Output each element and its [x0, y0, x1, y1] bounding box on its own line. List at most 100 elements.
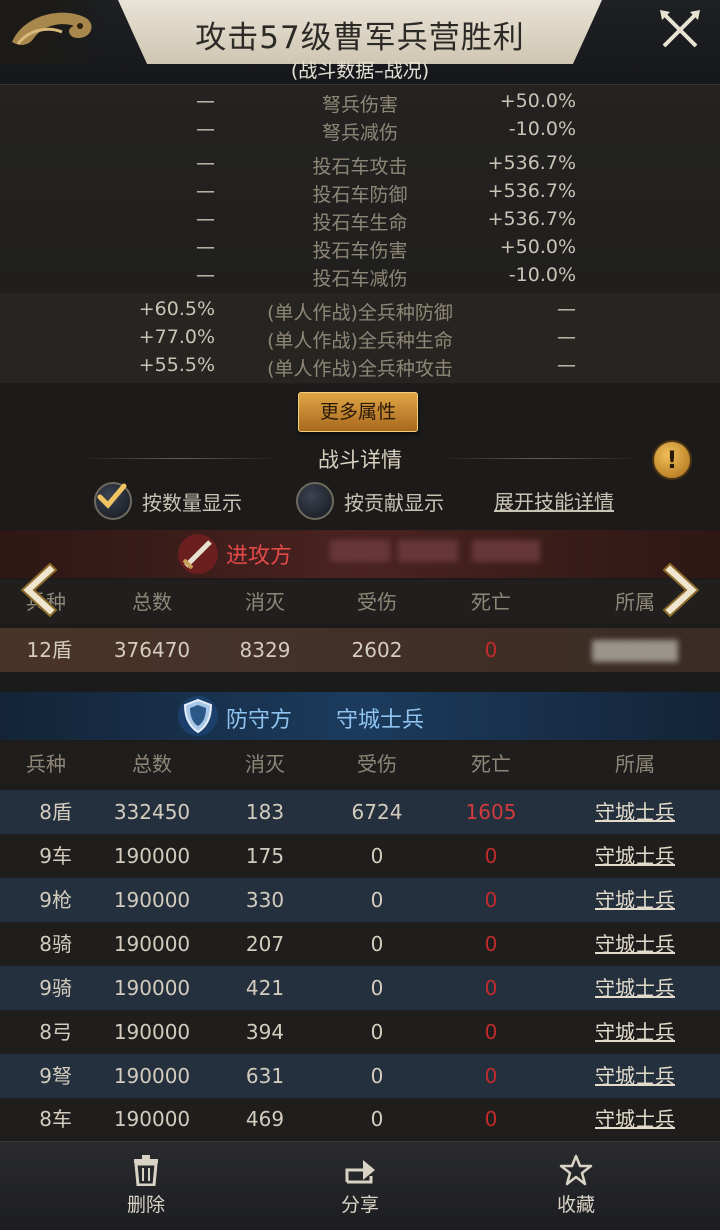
stat-row: — 投石车防御 +536.7% [0, 180, 720, 208]
cell-hurt: 0 [370, 976, 384, 1000]
defender-stat-value: — [557, 298, 576, 320]
attacker-stat-value: +60.5% [138, 298, 215, 320]
defender-stat-value: +536.7% [487, 152, 576, 174]
cell-type: 9枪 [39, 888, 72, 912]
bottom-toolbar: 删除 分享 收藏 [0, 1141, 720, 1230]
cell-hurt: 0 [370, 1020, 384, 1044]
stat-row: +60.5% (单人作战)全兵种防御 — [0, 298, 720, 326]
defender-stat-value: +536.7% [487, 208, 576, 230]
cell-owner-link[interactable]: 守城士兵 [570, 878, 700, 922]
cell-dead: 0 [484, 932, 498, 956]
redacted-name [472, 540, 540, 562]
cell-hurt: 0 [370, 932, 384, 956]
col-header-total: 总数 [132, 752, 172, 776]
arrow-right-icon[interactable] [660, 560, 704, 620]
cell-kill: 8329 [239, 638, 291, 662]
cell-owner-link[interactable]: 守城士兵 [570, 1010, 700, 1054]
info-button[interactable]: ! [652, 440, 692, 480]
cell-owner-link[interactable]: 守城士兵 [570, 966, 700, 1010]
exclamation-icon: ! [666, 446, 678, 474]
col-header-type: 兵种 [26, 752, 66, 776]
cell-dead: 0 [484, 844, 498, 868]
stat-row: +55.5% (单人作战)全兵种攻击 — [0, 354, 720, 382]
option-by-quantity[interactable]: 按数量显示 [94, 482, 242, 520]
cell-dead: 1605 [465, 800, 517, 824]
redacted-name [330, 540, 390, 562]
cell-hurt: 0 [370, 1107, 384, 1131]
cell-type: 12盾 [26, 638, 72, 662]
header-bar: 攻击57级曹军兵营胜利 (战斗数据–战况) [0, 0, 720, 85]
stat-row: — 投石车攻击 +536.7% [0, 152, 720, 180]
col-header-owner: 所属 [615, 752, 655, 776]
cell-owner-link[interactable]: 守城士兵 [570, 834, 700, 878]
expand-skills-link[interactable]: 展开技能详情 [494, 486, 614, 515]
cell-type: 8骑 [39, 932, 72, 956]
attacker-stat-value: — [196, 180, 215, 202]
favorite-button[interactable]: 收藏 [526, 1154, 626, 1217]
col-header-kill: 消灭 [245, 752, 285, 776]
favorite-label: 收藏 [556, 1194, 595, 1216]
option-label: 按数量显示 [142, 490, 242, 515]
defender-stat-value: -10.0% [508, 264, 576, 286]
cell-owner-link[interactable]: 守城士兵 [570, 1098, 700, 1140]
section-gap [0, 676, 720, 692]
cell-dead: 0 [484, 1107, 498, 1131]
defender-stat-value: +50.0% [499, 236, 576, 258]
share-label: 分享 [340, 1194, 379, 1216]
defender-stat-value: +536.7% [487, 180, 576, 202]
attacker-stat-value: — [196, 208, 215, 230]
more-attributes-button[interactable]: 更多属性 [298, 392, 418, 432]
table-row: 12盾 376470 8329 2602 0 [0, 628, 720, 672]
attacker-stat-value: +77.0% [138, 326, 215, 348]
page-subtitle: (战斗数据–战况) [290, 60, 430, 82]
cell-total: 190000 [113, 888, 191, 912]
cell-total: 190000 [113, 1064, 191, 1088]
share-icon [345, 1160, 375, 1184]
cell-hurt: 0 [370, 1064, 384, 1088]
cell-total: 190000 [113, 1107, 191, 1131]
stat-row: — 弩兵减伤 -10.0% [0, 118, 720, 146]
arrow-left-icon[interactable] [16, 560, 60, 620]
attacker-stat-value: — [196, 118, 215, 140]
cell-dead: 0 [484, 638, 498, 662]
attacker-stat-value: — [196, 236, 215, 258]
attacker-table-header: 兵种 总数 消灭 受伤 死亡 所属 [0, 580, 720, 624]
defender-name: 守城士兵 [336, 708, 425, 733]
cell-kill: 469 [245, 1107, 285, 1131]
col-header-dead: 死亡 [471, 752, 511, 776]
cell-kill: 330 [245, 888, 285, 912]
table-row: 9车 190000 175 0 0 守城士兵 [0, 834, 720, 878]
page-title: 攻击57级曹军兵营胜利 [195, 20, 525, 56]
delete-label: 删除 [126, 1194, 165, 1216]
checkbox-unchecked[interactable] [296, 482, 334, 520]
cell-owner-link[interactable]: 守城士兵 [570, 922, 700, 966]
checkbox-checked[interactable] [94, 482, 132, 520]
cell-owner-link[interactable]: 守城士兵 [570, 790, 700, 834]
cell-type: 8弓 [39, 1020, 72, 1044]
defender-stat-value: +50.0% [499, 90, 576, 112]
attacker-stat-value: — [196, 90, 215, 112]
cell-owner-link[interactable]: 守城士兵 [570, 1054, 700, 1098]
share-button[interactable]: 分享 [310, 1154, 410, 1217]
trash-icon [134, 1155, 158, 1186]
col-header-kill: 消灭 [245, 590, 285, 614]
cell-dead: 0 [484, 1064, 498, 1088]
cell-dead: 0 [484, 888, 498, 912]
cell-total: 190000 [113, 976, 191, 1000]
cell-kill: 394 [245, 1020, 285, 1044]
cell-hurt: 0 [370, 844, 384, 868]
cell-kill: 631 [245, 1064, 285, 1088]
star-icon [559, 1154, 593, 1186]
table-row: 8骑 190000 207 0 0 守城士兵 [0, 922, 720, 966]
option-by-contribution[interactable]: 按贡献显示 [296, 482, 444, 520]
cell-kill: 207 [245, 932, 285, 956]
cell-total: 190000 [113, 1020, 191, 1044]
delete-button[interactable]: 删除 [96, 1154, 196, 1217]
attacker-stat-value: — [196, 264, 215, 286]
cell-type: 9骑 [39, 976, 72, 1000]
cell-kill: 175 [245, 844, 285, 868]
cell-type: 9弩 [39, 1064, 72, 1088]
cell-hurt: 0 [370, 888, 384, 912]
stat-row: +77.0% (单人作战)全兵种生命 — [0, 326, 720, 354]
attacker-stat-value: — [196, 152, 215, 174]
